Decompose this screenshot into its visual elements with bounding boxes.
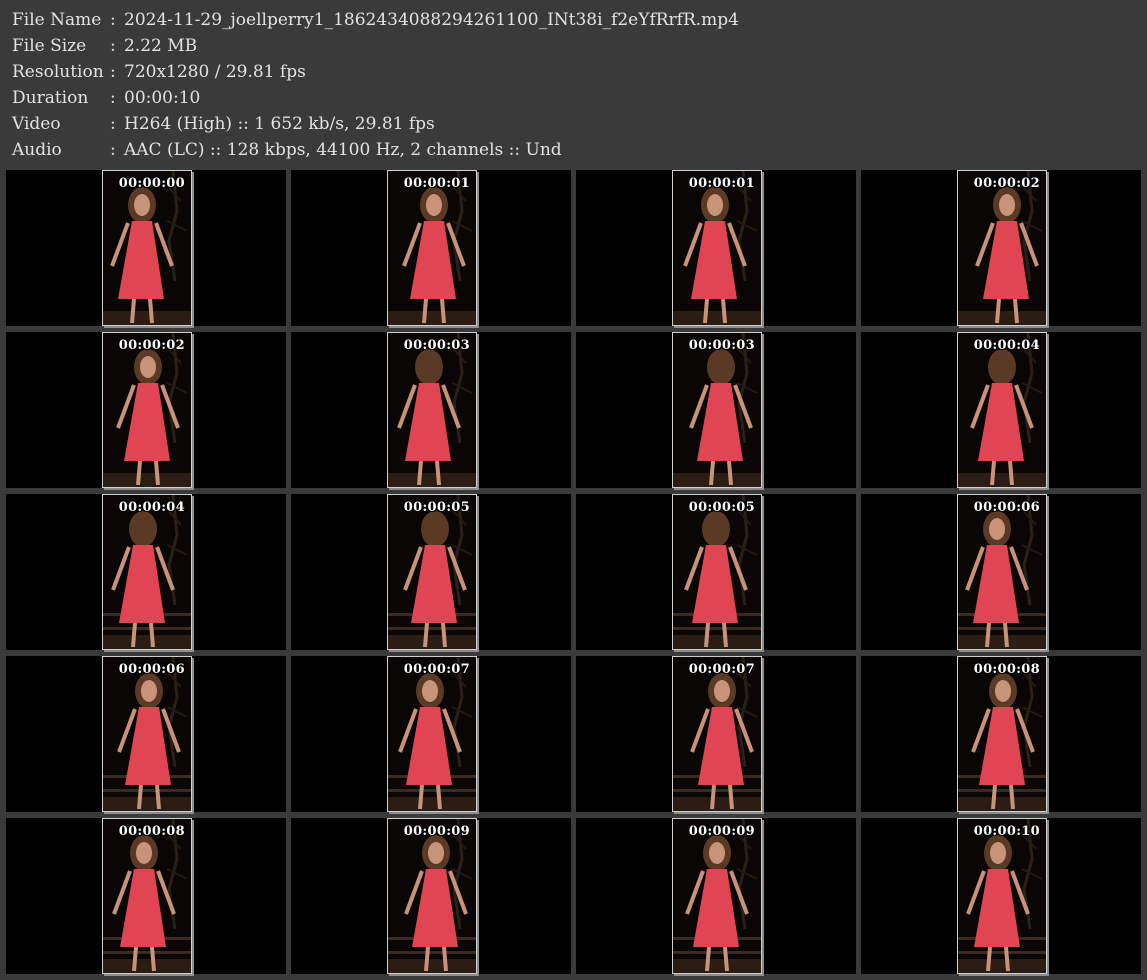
frame-thumbnail: 00:00:01 (387, 170, 477, 326)
video-frame-image (388, 333, 476, 487)
video-frame-image (103, 819, 191, 973)
frame-timestamp: 00:00:06 (973, 500, 1040, 515)
frame-timestamp: 00:00:05 (688, 500, 755, 515)
thumbnail-grid: 00:00:00 00:00:01 00:00:01 00:00:02 00:00:02… (0, 0, 1147, 980)
frame-thumbnail: 00:00:07 (672, 656, 762, 812)
video-frame-image (388, 657, 476, 811)
frame-cell[interactable]: 00:00:04 (6, 494, 286, 650)
video-frame-image (673, 495, 761, 649)
frame-timestamp: 00:00:04 (973, 338, 1040, 353)
video-frame-image (103, 171, 191, 325)
frame-thumbnail: 00:00:00 (102, 170, 192, 326)
video-frame-image (673, 819, 761, 973)
video-frame-image (958, 171, 1046, 325)
frame-timestamp: 00:00:05 (403, 500, 470, 515)
video-frame-image (673, 333, 761, 487)
video-frame-image (388, 171, 476, 325)
frame-cell[interactable]: 00:00:06 (6, 656, 286, 812)
frame-cell[interactable]: 00:00:01 (291, 170, 571, 326)
video-frame-image (958, 657, 1046, 811)
video-frame-image (103, 333, 191, 487)
frame-thumbnail: 00:00:08 (957, 656, 1047, 812)
frame-cell[interactable]: 00:00:04 (861, 332, 1141, 488)
frame-thumbnail: 00:00:04 (102, 494, 192, 650)
frame-cell[interactable]: 00:00:00 (6, 170, 286, 326)
video-frame-image (388, 819, 476, 973)
frame-timestamp: 00:00:03 (403, 338, 470, 353)
frame-thumbnail: 00:00:07 (387, 656, 477, 812)
frame-timestamp: 00:00:07 (403, 662, 470, 677)
frame-timestamp: 00:00:08 (973, 662, 1040, 677)
frame-cell[interactable]: 00:00:07 (576, 656, 856, 812)
video-frame-image (958, 819, 1046, 973)
frame-timestamp: 00:00:03 (688, 338, 755, 353)
frame-thumbnail: 00:00:03 (387, 332, 477, 488)
frame-timestamp: 00:00:00 (118, 176, 185, 191)
frame-thumbnail: 00:00:01 (672, 170, 762, 326)
frame-timestamp: 00:00:02 (118, 338, 185, 353)
frame-cell[interactable]: 00:00:05 (576, 494, 856, 650)
video-frame-image (388, 495, 476, 649)
frame-thumbnail: 00:00:02 (957, 170, 1047, 326)
frame-cell[interactable]: 00:00:07 (291, 656, 571, 812)
frame-cell[interactable]: 00:00:10 (861, 818, 1141, 974)
frame-thumbnail: 00:00:02 (102, 332, 192, 488)
video-frame-image (103, 495, 191, 649)
video-frame-image (673, 171, 761, 325)
frame-thumbnail: 00:00:10 (957, 818, 1047, 974)
frame-cell[interactable]: 00:00:09 (576, 818, 856, 974)
frame-cell[interactable]: 00:00:02 (6, 332, 286, 488)
video-frame-image (958, 333, 1046, 487)
frame-timestamp: 00:00:09 (688, 824, 755, 839)
frame-timestamp: 00:00:07 (688, 662, 755, 677)
frame-thumbnail: 00:00:09 (387, 818, 477, 974)
frame-cell[interactable]: 00:00:03 (291, 332, 571, 488)
frame-timestamp: 00:00:02 (973, 176, 1040, 191)
video-frame-image (958, 495, 1046, 649)
frame-thumbnail: 00:00:09 (672, 818, 762, 974)
frame-timestamp: 00:00:01 (688, 176, 755, 191)
frame-cell[interactable]: 00:00:08 (861, 656, 1141, 812)
frame-timestamp: 00:00:10 (973, 824, 1040, 839)
video-frame-image (103, 657, 191, 811)
frame-timestamp: 00:00:01 (403, 176, 470, 191)
frame-thumbnail: 00:00:08 (102, 818, 192, 974)
video-frame-image (673, 657, 761, 811)
frame-cell[interactable]: 00:00:01 (576, 170, 856, 326)
frame-cell[interactable]: 00:00:05 (291, 494, 571, 650)
frame-cell[interactable]: 00:00:08 (6, 818, 286, 974)
frame-thumbnail: 00:00:06 (957, 494, 1047, 650)
frame-cell[interactable]: 00:00:09 (291, 818, 571, 974)
frame-timestamp: 00:00:04 (118, 500, 185, 515)
frame-timestamp: 00:00:08 (118, 824, 185, 839)
frame-cell[interactable]: 00:00:02 (861, 170, 1141, 326)
frame-thumbnail: 00:00:04 (957, 332, 1047, 488)
frame-timestamp: 00:00:06 (118, 662, 185, 677)
frame-cell[interactable]: 00:00:03 (576, 332, 856, 488)
frame-thumbnail: 00:00:03 (672, 332, 762, 488)
frame-timestamp: 00:00:09 (403, 824, 470, 839)
frame-cell[interactable]: 00:00:06 (861, 494, 1141, 650)
frame-thumbnail: 00:00:05 (672, 494, 762, 650)
frame-thumbnail: 00:00:06 (102, 656, 192, 812)
frame-thumbnail: 00:00:05 (387, 494, 477, 650)
